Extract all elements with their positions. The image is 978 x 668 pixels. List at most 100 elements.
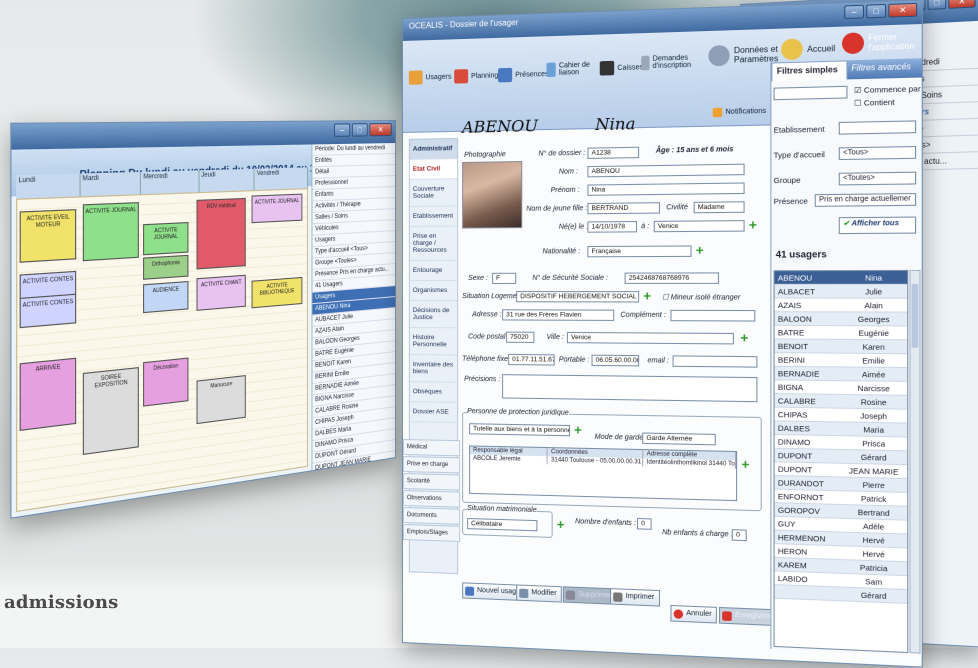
nav-section[interactable]: Prise en charge [402, 456, 461, 474]
nav-item[interactable]: Inventaire des biens [409, 355, 458, 383]
list-item[interactable]: GUY Adèle [312, 495, 396, 519]
garde-select[interactable]: Garde Alternée [642, 432, 716, 446]
groupe-select[interactable]: <Toutes> [335, 258, 357, 266]
table-row[interactable]: BALOON Georges [774, 312, 908, 327]
responsable-table[interactable]: Responsable légal Coordonnées Adresse co… [469, 445, 738, 502]
patient-photo[interactable] [462, 161, 523, 229]
nav-section[interactable]: Médical [402, 439, 461, 457]
add-lieu-icon[interactable]: + [749, 217, 757, 233]
notifications-button[interactable]: Notifications [712, 107, 766, 118]
adresse-field[interactable]: 31 rue des Frères Flavien [502, 309, 615, 321]
sexe-select[interactable]: F [492, 272, 517, 284]
main-maximize-button[interactable]: □ [866, 3, 887, 19]
protection-select[interactable]: Tutelle aux biens et à la personne [469, 423, 570, 437]
ribbon-demandes[interactable]: Demandes d'inscription [641, 54, 696, 71]
tab-filtres-avances[interactable]: Filtres avancés [846, 58, 922, 80]
contient-checkbox[interactable]: ☐ Contient [854, 97, 895, 107]
precisions-field[interactable] [502, 374, 758, 403]
prenom-field[interactable]: Nina [587, 182, 745, 196]
list-item[interactable]: HERMENON Hervé [312, 506, 396, 519]
nav-item[interactable]: Décisions de Justice [409, 301, 458, 329]
charge-field[interactable]: 0 [731, 529, 747, 542]
nav-item[interactable]: Organismes [409, 280, 458, 302]
add-protection-icon[interactable]: + [574, 422, 582, 437]
enfants-field[interactable]: 0 [637, 518, 652, 530]
cp-field[interactable]: 75020 [506, 331, 535, 343]
add-ville-icon[interactable]: + [740, 330, 748, 346]
secu-field[interactable]: 2542468768768976 [624, 272, 720, 284]
tab-filtres-simples[interactable]: Filtres simples [771, 60, 847, 82]
table-row[interactable]: BENOIT Karen [774, 339, 908, 355]
planning-event[interactable]: ACTIVITE JOURNAL [251, 193, 303, 224]
planning-event[interactable]: ACTIVITE BIBLIOTHEQUE [251, 276, 303, 309]
planning-event[interactable]: ACTIVITE EVEIL MOTEUR [19, 209, 77, 263]
nom-field[interactable]: ABENOU [587, 163, 745, 178]
planning-event[interactable]: Orthophonie [143, 254, 189, 280]
list-item[interactable]: GOROPOV Bertrand [312, 484, 396, 510]
planning-event[interactable]: ACTIVITE CONTES [19, 293, 77, 329]
ville-select[interactable]: Venice [566, 331, 734, 345]
planning-event[interactable]: ACTIVITE JOURNAL [143, 221, 189, 256]
annuler-button[interactable]: Annuler [670, 604, 718, 624]
ribbon-accueil[interactable]: Accueil [781, 37, 835, 61]
nav-item[interactable]: Etablissement [409, 206, 458, 227]
table-row[interactable]: BATRE Eugénie [774, 325, 908, 341]
usagers-scrollbar[interactable] [909, 269, 921, 654]
type-accueil-select[interactable]: <Tous> [838, 146, 917, 161]
jeune-fille-field[interactable]: BERTRAND [587, 202, 660, 215]
nav-item[interactable]: Prise en charge / Ressources [409, 226, 458, 261]
ribbon-presences[interactable]: Présences [498, 67, 549, 83]
nav-section[interactable]: Documents [402, 507, 461, 525]
add-responsable-icon[interactable]: + [741, 456, 749, 472]
commence-par-checkbox[interactable]: ☑ Commence par [854, 84, 921, 95]
mineur-checkbox[interactable]: ☐ Mineur isolé étranger [662, 293, 740, 301]
periode-select[interactable]: Du lundi au vendredi [337, 145, 385, 152]
planning-event[interactable]: Manucure [196, 375, 246, 425]
list-item[interactable]: ENFORNOT Patrick [312, 473, 396, 499]
nav-item[interactable]: Histoire Personnelle [409, 328, 458, 356]
lieu-naissance-select[interactable]: Venice [653, 220, 745, 233]
main-close-button[interactable]: ✕ [888, 2, 918, 18]
table-row[interactable]: ABENOU Nina [774, 271, 908, 285]
close-button[interactable]: ✕ [369, 123, 392, 137]
presence-select[interactable]: Pris en charge actu... [340, 267, 389, 277]
ribbon-usagers[interactable]: Usagers [408, 70, 451, 85]
minimize-button[interactable]: – [334, 123, 351, 137]
planning-event[interactable]: ACTIVITE CHANT [196, 274, 246, 311]
situation-select[interactable]: DISPOSITIF HEBERGEMENT SOCIAL [516, 291, 640, 303]
portable-field[interactable]: 06.05.60.00.00 [591, 354, 640, 367]
maximize-button[interactable]: □ [351, 123, 368, 137]
nav-item[interactable]: Etat Civil [409, 159, 458, 180]
planning-event[interactable]: AUDIENCE [143, 280, 189, 314]
back-maximize-button[interactable]: □ [927, 0, 947, 11]
planning-event[interactable]: SOIREE EXPOSITION [82, 367, 139, 456]
dossier-field[interactable]: A1238 [587, 146, 640, 159]
ribbon-caisses[interactable]: Caisses [599, 60, 643, 76]
nationalite-select[interactable]: Française [587, 245, 692, 258]
nav-section[interactable]: Observations [402, 490, 461, 508]
add-matrimoniale-icon[interactable]: + [557, 517, 565, 533]
supprimer-button[interactable]: Supprimer [562, 586, 617, 605]
groupe-select[interactable]: <Toutes> [838, 171, 917, 186]
scroll-thumb[interactable] [911, 283, 919, 348]
planning-event[interactable]: RDV médical [196, 197, 246, 270]
nav-item[interactable]: Couverture Sociale [409, 179, 458, 207]
modifier-button[interactable]: Modifier [516, 584, 562, 603]
tel-field[interactable]: 01.77.11.51.67 [508, 353, 555, 366]
main-minimize-button[interactable]: – [844, 4, 864, 20]
nav-item[interactable]: Obsèques [409, 382, 458, 403]
ribbon-fermer[interactable]: Fermer l'application [842, 31, 917, 55]
civilite-select[interactable]: Madame [693, 201, 745, 214]
complement-field[interactable] [670, 309, 756, 322]
table-row[interactable]: BERINI Emilie [774, 353, 908, 369]
nav-section[interactable]: Emplois/Stages [402, 524, 461, 542]
nav-item[interactable]: Entourage [409, 260, 458, 281]
afficher-tous-button[interactable]: ✔ Afficher tous [838, 216, 917, 235]
nav-item[interactable]: Dossier ASE [409, 402, 458, 423]
back-close-button[interactable]: ✕ [948, 0, 976, 9]
ribbon-planning[interactable]: Planning [454, 68, 498, 84]
presence-select[interactable]: Pris en charge actuellemer [814, 193, 917, 207]
planning-event[interactable]: Décoration [143, 357, 189, 407]
table-row[interactable]: AZAIS Alain [774, 298, 908, 313]
imprimer-button[interactable]: Imprimer [610, 588, 660, 607]
